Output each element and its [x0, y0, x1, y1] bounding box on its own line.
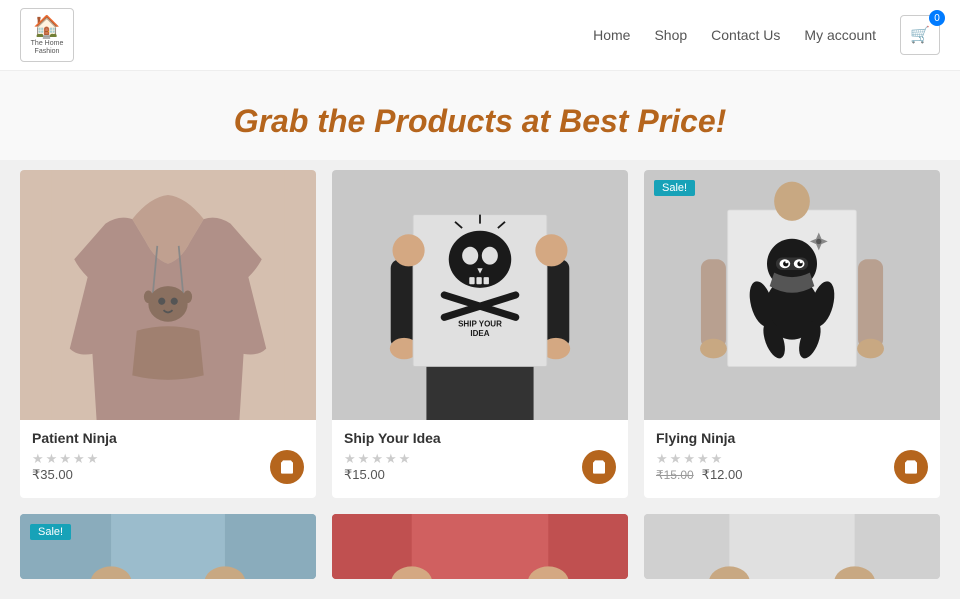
product-card-1: Patient Ninja ★ ★ ★ ★ ★ ₹35.00 [20, 170, 316, 498]
skull-poster-svg: SHIP YOUR IDEA [332, 170, 628, 420]
product-card-2: SHIP YOUR IDEA Ship Your Idea ★ ★ ★ [332, 170, 628, 498]
star5: ★ [711, 451, 723, 467]
product-bottom-3: ★ ★ ★ ★ ★ ₹15.00 ₹12.00 [656, 450, 928, 484]
svg-text:SHIP YOUR: SHIP YOUR [458, 319, 502, 328]
star4: ★ [697, 451, 709, 467]
add-to-cart-3[interactable] [894, 450, 928, 484]
hero-section: Grab the Products at Best Price! [0, 71, 960, 160]
star3: ★ [371, 451, 383, 467]
product-info-2: Ship Your Idea ★ ★ ★ ★ ★ ₹15.00 [332, 420, 628, 498]
ninja-svg [644, 170, 940, 420]
star1: ★ [656, 451, 668, 467]
product-bottom-2: ★ ★ ★ ★ ★ ₹15.00 [344, 450, 616, 484]
logo-text: The Home Fashion [31, 40, 64, 57]
price-3: ₹12.00 [702, 467, 743, 483]
add-to-cart-1[interactable] [270, 450, 304, 484]
star4: ★ [73, 451, 85, 467]
product-stars-3: ★ ★ ★ ★ ★ [656, 451, 742, 467]
partial-product-card-3 [644, 514, 940, 579]
price-2: ₹15.00 [344, 467, 385, 483]
sale-badge-3: Sale! [654, 180, 695, 196]
product-name-3: Flying Ninja [656, 430, 928, 446]
nav-home[interactable]: Home [593, 27, 630, 43]
cart-icon-3 [903, 459, 919, 475]
product-image-2: SHIP YOUR IDEA [332, 170, 628, 420]
product-info-3: Flying Ninja ★ ★ ★ ★ ★ ₹15.00 ₹12.00 [644, 420, 940, 498]
hero-title: Grab the Products at Best Price! [20, 103, 940, 140]
product-stars-1: ★ ★ ★ ★ ★ [32, 451, 98, 467]
product-bottom-1: ★ ★ ★ ★ ★ ₹35.00 [32, 450, 304, 484]
partial-svg-3 [644, 514, 940, 579]
partial-image-2 [332, 514, 628, 579]
star5: ★ [87, 451, 99, 467]
product-image-1 [20, 170, 316, 420]
partial-svg-2 [332, 514, 628, 579]
logo-box: 🏠 The Home Fashion [20, 8, 74, 62]
partial-image-3 [644, 514, 940, 579]
cart-icon-2 [591, 459, 607, 475]
price-1: ₹35.00 [32, 467, 73, 483]
star2: ★ [358, 451, 370, 467]
sale-badge-partial-1: Sale! [30, 524, 71, 540]
partial-product-card-1: Sale! [20, 514, 316, 579]
product-name-1: Patient Ninja [32, 430, 304, 446]
products-grid: Patient Ninja ★ ★ ★ ★ ★ ₹35.00 [20, 170, 940, 498]
nav-account[interactable]: My account [804, 27, 876, 43]
cart-button[interactable]: 🛒 0 [900, 15, 940, 55]
star2: ★ [46, 451, 58, 467]
price-original-3: ₹15.00 [656, 468, 694, 482]
product-name-2: Ship Your Idea [344, 430, 616, 446]
star4: ★ [385, 451, 397, 467]
partial-products-grid: Sale! [20, 514, 940, 579]
star3: ★ [683, 451, 695, 467]
star1: ★ [32, 451, 44, 467]
product-image-3 [644, 170, 940, 420]
logo-area: 🏠 The Home Fashion [20, 8, 74, 62]
price-row-2: ₹15.00 [344, 467, 410, 483]
star5: ★ [399, 451, 411, 467]
star3: ★ [59, 451, 71, 467]
cart-badge: 0 [929, 10, 945, 26]
logo-icon: 🏠 [33, 14, 60, 40]
nav-shop[interactable]: Shop [654, 27, 687, 43]
partial-product-card-2 [332, 514, 628, 579]
price-row-1: ₹35.00 [32, 467, 98, 483]
product-info-1: Patient Ninja ★ ★ ★ ★ ★ ₹35.00 [20, 420, 316, 498]
product-stars-2: ★ ★ ★ ★ ★ [344, 451, 410, 467]
products-section: Patient Ninja ★ ★ ★ ★ ★ ₹35.00 [0, 160, 960, 599]
product-card-3: Sale! [644, 170, 940, 498]
cart-icon-1 [279, 459, 295, 475]
star2: ★ [670, 451, 682, 467]
cart-icon: 🛒 [910, 25, 930, 45]
add-to-cart-2[interactable] [582, 450, 616, 484]
header: 🏠 The Home Fashion Home Shop Contact Us … [0, 0, 960, 71]
star1: ★ [344, 451, 356, 467]
main-nav: Home Shop Contact Us My account 🛒 0 [593, 15, 940, 55]
svg-text:IDEA: IDEA [470, 329, 489, 338]
nav-contact[interactable]: Contact Us [711, 27, 780, 43]
hoodie-svg [20, 170, 316, 420]
price-row-3: ₹15.00 ₹12.00 [656, 467, 742, 483]
